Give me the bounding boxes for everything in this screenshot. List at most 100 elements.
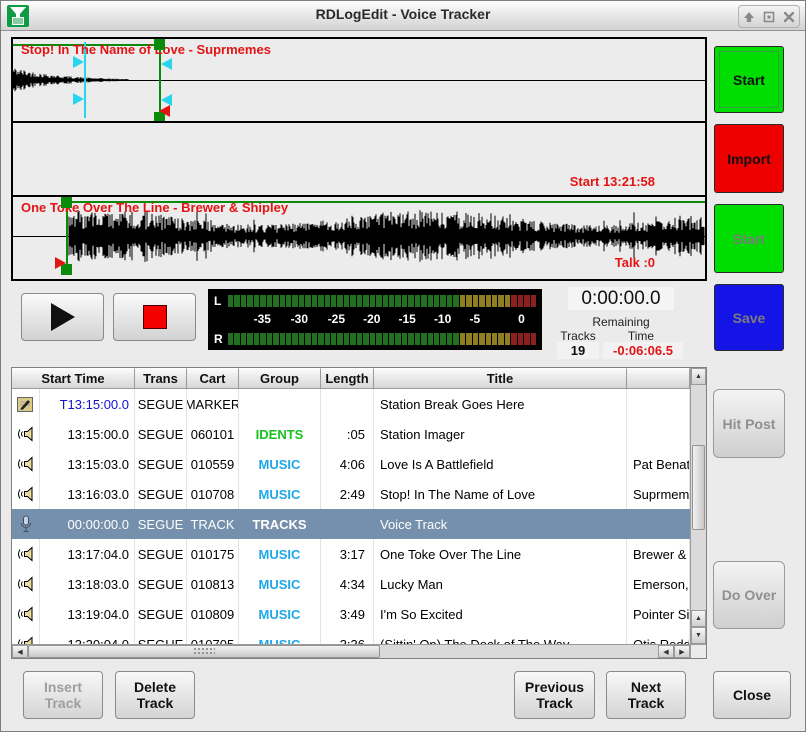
column-header-group[interactable]: Group <box>239 368 321 389</box>
cell-cart: 010559 <box>187 449 239 479</box>
scroll-right-icon[interactable]: ▶ <box>674 645 690 658</box>
outgoing-track-title: Stop! In The Name of Love - Suprmemes <box>21 42 271 57</box>
meter-left-bar <box>228 295 536 307</box>
table-row[interactable]: 13:15:00.0SEGUE060101IDENTS:05Station Im… <box>12 419 690 449</box>
insert-track-button[interactable]: Insert Track <box>23 671 103 719</box>
cell-trans: SEGUE <box>135 449 187 479</box>
scroll-down-icon[interactable]: ▼ <box>691 627 706 644</box>
close-button[interactable]: Close <box>713 671 791 719</box>
log-table: Start TimeTransCartGroupLengthTitle T13:… <box>11 367 707 659</box>
column-header-cart[interactable]: Cart <box>187 368 239 389</box>
cell-artist <box>627 509 690 539</box>
scroll-up-icon[interactable]: ▲ <box>691 368 706 385</box>
cell-artist: Otis Redding <box>627 629 690 644</box>
cell-group: MUSIC <box>239 569 321 599</box>
stop-button[interactable] <box>113 293 196 341</box>
cell-artist <box>627 419 690 449</box>
meter-scale-label: -30 <box>291 312 308 326</box>
import-button[interactable]: Import <box>714 124 784 193</box>
cell-group: TRACKS <box>239 509 321 539</box>
start-marker-icon[interactable] <box>55 257 66 269</box>
shade-window-icon[interactable] <box>742 10 756 24</box>
cell-title: Voice Track <box>374 509 627 539</box>
cell-length <box>321 389 374 419</box>
play-start-button[interactable]: Start <box>714 204 784 273</box>
horizontal-scroll-track[interactable] <box>380 645 658 658</box>
horizontal-scroll-thumb[interactable] <box>28 645 380 658</box>
table-row[interactable]: 13:17:04.0SEGUE010175MUSIC3:17One Toke O… <box>12 539 690 569</box>
meter-scale: -35-30-25-20-15-10-50 <box>214 312 536 327</box>
table-row[interactable]: 13:18:03.0SEGUE010813MUSIC4:34Lucky ManE… <box>12 569 690 599</box>
table-row[interactable]: 13:20:04.0SEGUE010705MUSIC3:36(Sittin' O… <box>12 629 690 644</box>
voice-tracker-window: RDLogEdit - Voice Tracker Stop! In The N… <box>0 0 806 732</box>
scroll-left-icon[interactable]: ◀ <box>12 645 28 658</box>
previous-track-button[interactable]: Previous Track <box>514 671 595 719</box>
remaining-label: Remaining <box>556 315 686 329</box>
table-horizontal-scrollbar[interactable]: ◀ ◀ ▶ <box>12 644 690 658</box>
meter-right-label: R <box>214 332 228 346</box>
cell-cart: 010708 <box>187 479 239 509</box>
waveform-pane-outgoing[interactable]: Stop! In The Name of Love - Suprmemes <box>13 39 705 123</box>
scroll-left-2-icon[interactable]: ◀ <box>658 645 674 658</box>
hit-post-button[interactable]: Hit Post <box>713 389 785 458</box>
cell-trans: SEGUE <box>135 539 187 569</box>
column-header-trans[interactable]: Trans <box>135 368 187 389</box>
fade-marker-handle-bottom-icon[interactable] <box>73 93 84 105</box>
cell-trans: SEGUE <box>135 599 187 629</box>
stop-icon <box>143 305 167 329</box>
remaining-time-value: -0:06:06.5 <box>603 342 683 359</box>
meter-scale-label: -25 <box>328 312 345 326</box>
column-header-title[interactable]: Title <box>374 368 627 389</box>
close-window-icon[interactable] <box>782 10 796 24</box>
cell-cart: 010813 <box>187 569 239 599</box>
end-marker-icon[interactable] <box>159 105 170 117</box>
scroll-up-2-icon[interactable]: ▲ <box>691 610 706 627</box>
cell-artist <box>627 389 690 419</box>
table-row[interactable]: T13:15:00.0SEGUEMARKERStation Break Goes… <box>12 389 690 419</box>
column-header-start-time[interactable]: Start Time <box>12 368 135 389</box>
meter-scale-label: -15 <box>399 312 416 326</box>
waveform-pane-voicetrack[interactable]: Start 13:21:58 <box>13 123 705 197</box>
cell-length: 3:49 <box>321 599 374 629</box>
fade-in-marker-top-icon[interactable] <box>161 58 172 70</box>
speaker-icon <box>12 599 40 629</box>
speaker-icon <box>12 539 40 569</box>
play-button[interactable] <box>21 293 104 341</box>
cell-artist: Pat Benatar <box>627 449 690 479</box>
vertical-scroll-track[interactable] <box>691 385 706 610</box>
vertical-scroll-thumb[interactable] <box>692 445 705 530</box>
cell-group: MUSIC <box>239 599 321 629</box>
meter-scale-label: -10 <box>434 312 451 326</box>
marker-icon <box>12 389 40 419</box>
record-start-button[interactable]: Start <box>714 46 784 113</box>
table-row[interactable]: 13:19:04.0SEGUE010809MUSIC3:49I'm So Exc… <box>12 599 690 629</box>
log-table-header: Start TimeTransCartGroupLengthTitle <box>12 368 690 389</box>
save-button[interactable]: Save <box>714 284 784 351</box>
next-track-button[interactable]: Next Track <box>606 671 686 719</box>
cell-trans: SEGUE <box>135 509 187 539</box>
meter-scale-label: -35 <box>254 312 271 326</box>
fade-marker-handle-top-icon[interactable] <box>73 56 84 68</box>
cell-start-time: 13:15:00.0 <box>40 419 135 449</box>
column-header-length[interactable]: Length <box>321 368 374 389</box>
track-start-handle-top-icon[interactable] <box>61 197 72 208</box>
cell-length <box>321 509 374 539</box>
maximize-window-icon[interactable] <box>762 10 776 24</box>
segue-handle-top-icon[interactable] <box>154 39 165 50</box>
table-row[interactable]: 13:15:03.0SEGUE010559MUSIC4:06Love Is A … <box>12 449 690 479</box>
table-row[interactable]: 00:00:00.0SEGUETRACKTRACKSVoice Track <box>12 509 690 539</box>
voice-track-start-label: Start 13:21:58 <box>570 174 655 189</box>
speaker-icon <box>12 479 40 509</box>
cell-length: 3:17 <box>321 539 374 569</box>
delete-track-button[interactable]: Delete Track <box>115 671 195 719</box>
do-over-button[interactable]: Do Over <box>713 561 785 629</box>
waveform-pane-incoming[interactable]: One Toke Over The Line - Brewer & Shiple… <box>13 197 705 275</box>
cell-title: Lucky Man <box>374 569 627 599</box>
table-row[interactable]: 13:16:03.0SEGUE010708MUSIC2:49Stop! In T… <box>12 479 690 509</box>
cell-group: MUSIC <box>239 479 321 509</box>
table-vertical-scrollbar[interactable]: ▲ ▲ ▼ <box>690 368 706 658</box>
cell-group: MUSIC <box>239 629 321 644</box>
window-title: RDLogEdit - Voice Tracker <box>1 6 805 22</box>
cell-start-time: 13:20:04.0 <box>40 629 135 644</box>
cell-group: IDENTS <box>239 419 321 449</box>
